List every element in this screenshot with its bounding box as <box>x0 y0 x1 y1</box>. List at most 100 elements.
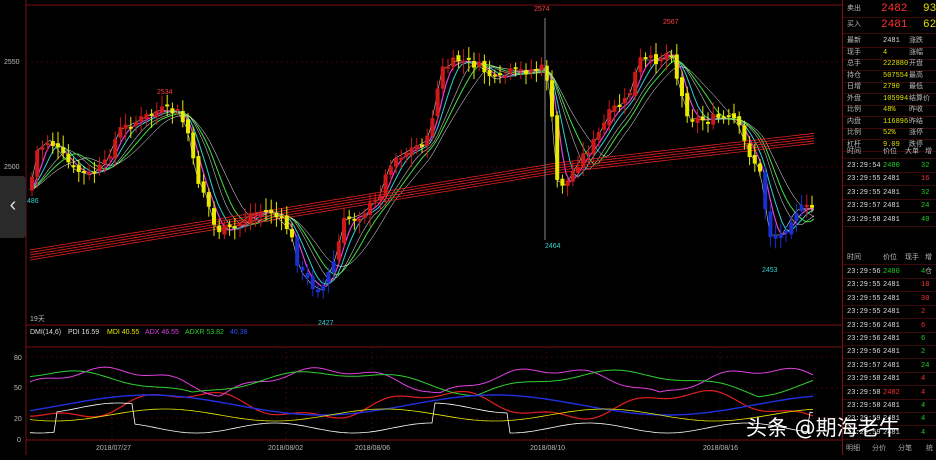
tick-time: 23:29:55 <box>847 281 881 290</box>
candle-body <box>56 143 60 148</box>
tick-volume: 18 <box>921 281 930 290</box>
candle-body <box>50 141 55 146</box>
tab-stats[interactable]: 统 <box>926 443 933 453</box>
candle-body <box>586 152 591 155</box>
candle-body <box>498 73 502 76</box>
candle-body <box>555 115 560 180</box>
tick-volume: 2 <box>921 308 926 317</box>
candle-body <box>482 60 487 73</box>
collapse-handle[interactable]: ‹ <box>0 176 26 238</box>
candle-body <box>165 104 170 107</box>
candle-body <box>321 285 326 291</box>
candle-body <box>66 153 71 163</box>
candle-body <box>201 181 206 193</box>
ma-line <box>29 54 815 288</box>
tick-volume: 2 <box>921 348 926 357</box>
dmi-adx: ADX 46.55 <box>145 329 179 336</box>
candle-body <box>373 199 378 202</box>
tick-price: 2480 <box>883 268 900 276</box>
tick-row: 23:29:58 2482 4 <box>843 386 936 400</box>
candle-body <box>602 122 606 130</box>
candle-body <box>420 144 424 147</box>
candle-body <box>139 116 144 122</box>
tick-time: 23:29:58 <box>847 375 881 384</box>
ask-label: 卖出 <box>847 5 861 13</box>
candle-body <box>227 224 232 227</box>
date-label: 2018/07/27 <box>96 445 131 452</box>
candle-body <box>550 80 554 117</box>
candle-body <box>721 116 726 119</box>
dmi-adxr: ADXR 53.82 <box>185 329 224 336</box>
bid-price: 2481 <box>881 19 908 31</box>
candle-body <box>258 212 263 217</box>
candle-body <box>680 77 684 97</box>
candle-body <box>784 230 788 233</box>
tick-row: 23:29:57 2481 24 <box>843 199 936 214</box>
candle-body <box>305 273 310 279</box>
candle-body <box>747 143 752 158</box>
candle-body <box>659 58 664 62</box>
candle-body <box>128 126 133 129</box>
candle-body <box>711 114 716 125</box>
candle-body <box>253 213 258 216</box>
candle-body <box>113 139 118 159</box>
candle-body <box>160 106 164 113</box>
candle-body <box>508 68 513 74</box>
candle-body <box>108 156 112 159</box>
ma-line <box>29 50 815 291</box>
candle-body <box>789 222 794 235</box>
candle-body <box>154 110 159 117</box>
candle-body <box>394 158 398 167</box>
tick-row: 23:29:55 2481 18 <box>843 278 936 293</box>
tick-row: 23:29:56 2481 6 <box>843 319 936 333</box>
candle-body <box>451 57 456 67</box>
candle-body <box>435 88 440 117</box>
candle-body <box>191 132 196 159</box>
date-label: 2018/08/10 <box>530 445 565 452</box>
osc-axis-label: 0 <box>17 437 21 444</box>
tick-time: 23:29:58 <box>847 388 881 397</box>
tick-time: 23:29:55 <box>847 188 881 197</box>
osc-axis-label: 80 <box>14 355 22 362</box>
candle-body <box>35 150 40 177</box>
candle-body <box>212 208 216 225</box>
tick-price: 2481 <box>883 188 900 197</box>
candle-body <box>607 109 612 126</box>
tick-row: 23:29:55 2481 32 <box>843 186 936 200</box>
candle-body <box>565 180 570 187</box>
candle-body <box>180 111 185 123</box>
candle-body <box>690 119 695 122</box>
watermark: 头条 @期海老牛 <box>746 416 900 440</box>
candle-body <box>40 146 45 150</box>
candle-body <box>347 216 352 219</box>
col-header: 大单 <box>905 148 919 156</box>
candle-body <box>232 226 237 229</box>
tick-time: 23:29:57 <box>847 361 881 370</box>
candle-body <box>446 66 450 69</box>
candle-body <box>186 119 190 134</box>
candle-body <box>758 163 762 172</box>
candle-body <box>368 202 372 215</box>
tick-time: 23:29:56 <box>847 348 881 357</box>
tick-price: 2481 <box>883 281 900 290</box>
candle-body <box>732 113 736 119</box>
candle-body <box>274 212 279 218</box>
tick-time: 23:29:56 <box>847 321 881 330</box>
tab-detail[interactable]: 明细 <box>846 443 860 453</box>
tick-time: 23:29:54 <box>847 162 881 170</box>
candle-body <box>534 69 539 72</box>
candle-body <box>654 54 658 65</box>
kline-chart[interactable]: 2550 2500 80 50 20 0 2534 2574 2567 2427… <box>0 0 842 455</box>
tick-price: 2481 <box>883 294 900 303</box>
candle-body <box>352 218 357 221</box>
tick-row: 23:29:55 2481 16 <box>843 172 936 187</box>
tab-price[interactable]: 分价 <box>872 443 886 453</box>
candle-body <box>206 192 211 207</box>
tab-tick[interactable]: 分笔 <box>898 443 912 453</box>
tick-time: 23:29:56 <box>847 268 881 276</box>
candle-body <box>102 159 107 165</box>
candle-body <box>576 167 580 173</box>
date-label: 2018/08/02 <box>268 445 303 452</box>
kline-svg[interactable]: 2550 2500 80 50 20 0 2534 2574 2567 2427… <box>0 0 842 455</box>
candle-body <box>456 55 461 62</box>
